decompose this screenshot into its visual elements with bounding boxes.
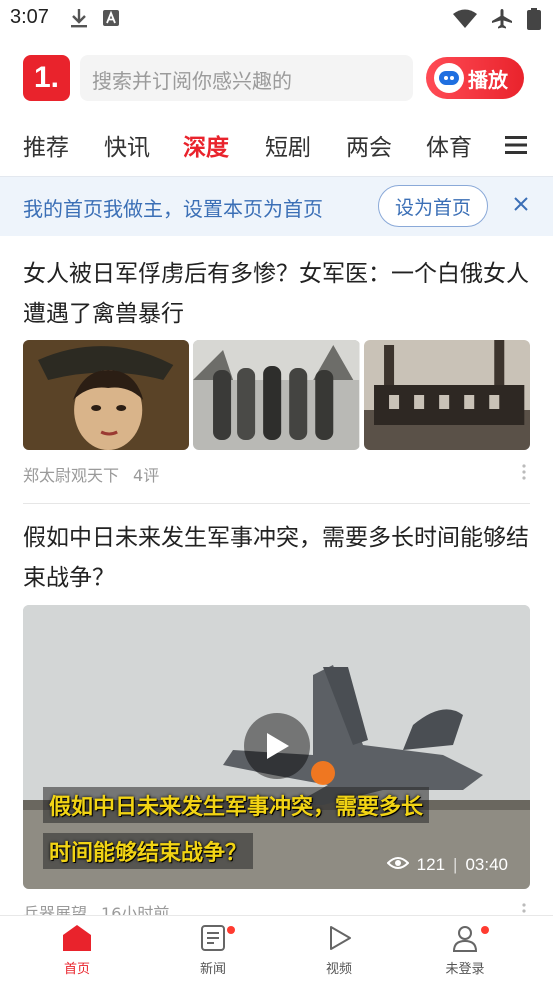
play-button[interactable]: 播放	[426, 57, 524, 99]
nav-home[interactable]: 首页	[37, 924, 117, 977]
article-source[interactable]: 郑太尉观天下	[23, 462, 119, 486]
video-player[interactable]: 假如中日未来发生军事冲突，需要多长 时间能够结束战争？ 121 | 03:40	[23, 605, 530, 889]
nav-label-home: 首页	[63, 962, 90, 977]
video-icon	[325, 926, 353, 956]
article-image[interactable]	[193, 340, 360, 450]
nav-label-login: 未登录	[445, 962, 485, 977]
video-caption-line2: 时间能够结束战争？	[43, 833, 254, 869]
close-icon[interactable]	[512, 195, 530, 217]
a-icon	[102, 9, 120, 31]
video-caption-line1: 假如中日未来发生军事冲突，需要多长	[43, 787, 430, 823]
article-image[interactable]	[23, 340, 190, 450]
tab-sports[interactable]: 体育	[426, 128, 472, 162]
nav-news[interactable]: 新闻	[173, 924, 253, 977]
news-icon	[199, 925, 227, 956]
battery-icon	[527, 8, 541, 34]
article-title[interactable]: 女人被日军俘虏后有多惨？女军医：一个白俄女人遭遇了禽兽暴行	[23, 254, 530, 334]
nav-label-news: 新闻	[199, 962, 226, 977]
set-homepage-banner: 我的首页我做主，设置本页为首页 设为首页	[0, 176, 553, 236]
robot-icon	[434, 63, 464, 93]
home-icon	[62, 925, 92, 956]
category-tabs: 推荐 快讯 深度 短剧 两会 体育	[0, 120, 553, 170]
video-duration: 03:40	[465, 855, 508, 874]
tab-two-sessions[interactable]: 两会	[346, 128, 392, 162]
nav-login[interactable]: 未登录	[425, 924, 505, 977]
app-logo[interactable]: 1.	[23, 55, 70, 101]
user-icon	[451, 926, 479, 956]
menu-icon[interactable]	[505, 135, 527, 159]
tab-depth[interactable]: 深度	[183, 128, 229, 162]
status-bar: 3:07	[0, 0, 553, 40]
article-image[interactable]	[363, 340, 530, 450]
play-icon[interactable]	[244, 713, 310, 779]
set-homepage-button[interactable]: 设为首页	[378, 185, 488, 227]
video-stats: 121 | 03:40	[386, 855, 508, 875]
airplane-icon	[491, 8, 513, 34]
notification-dot	[481, 926, 489, 934]
stats-separator: |	[453, 855, 458, 874]
more-icon[interactable]	[522, 464, 526, 484]
wifi-icon	[453, 9, 477, 33]
notification-dot	[227, 926, 235, 934]
nav-label-video: 视频	[325, 962, 352, 977]
header-search-row: 1. 搜索并订阅你感兴趣的 播放	[0, 55, 553, 101]
nav-video[interactable]: 视频	[299, 924, 379, 977]
list-item[interactable]: 女人被日军俘虏后有多惨？女军医：一个白俄女人遭遇了禽兽暴行 郑太尉观天下 4评	[23, 254, 530, 494]
article-meta: 郑太尉观天下 4评	[23, 462, 159, 486]
play-label: 播放	[468, 67, 508, 92]
article-title[interactable]: 假如中日未来发生军事冲突，需要多长时间能够结束战争？	[23, 518, 530, 598]
download-icon	[70, 8, 88, 32]
bottom-nav: 首页 新闻 视频 未登录	[0, 915, 553, 983]
list-item[interactable]: 假如中日未来发生军事冲突，需要多长时间能够结束战争？	[23, 518, 530, 598]
tab-flash[interactable]: 快讯	[104, 128, 150, 162]
search-input[interactable]: 搜索并订阅你感兴趣的	[80, 55, 413, 101]
eye-icon	[386, 855, 410, 875]
search-placeholder: 搜索并订阅你感兴趣的	[92, 69, 292, 93]
comment-count: 4评	[133, 466, 160, 485]
divider	[23, 503, 530, 504]
view-count: 121	[416, 855, 446, 874]
tab-short-drama[interactable]: 短剧	[265, 128, 311, 162]
article-images	[23, 340, 530, 450]
banner-text: 我的首页我做主，设置本页为首页	[23, 197, 323, 221]
tab-recommend[interactable]: 推荐	[23, 128, 69, 162]
status-time: 3:07	[10, 6, 49, 28]
